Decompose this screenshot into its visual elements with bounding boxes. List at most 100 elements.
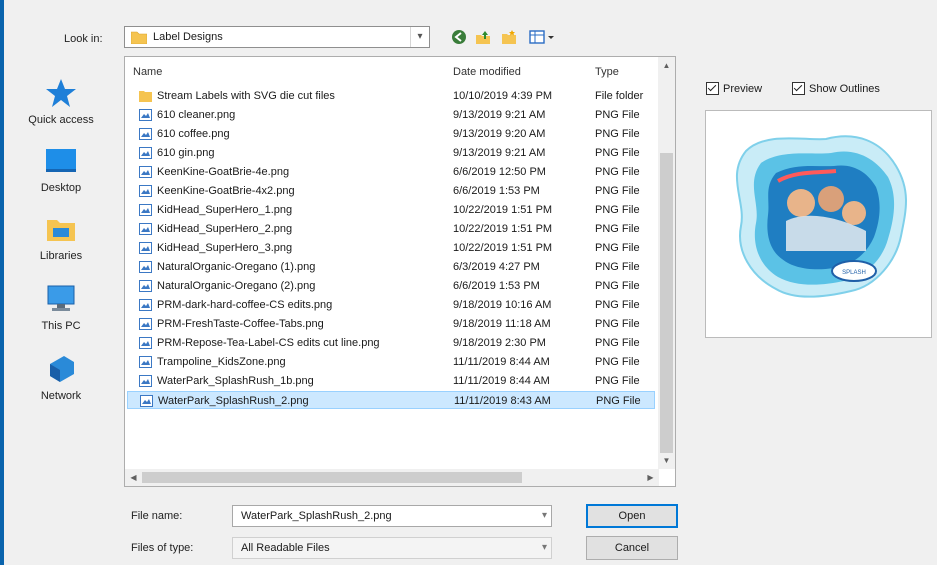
image-file-icon	[139, 185, 152, 197]
file-row[interactable]: NaturalOrganic-Oregano (2).png 6/6/2019 1…	[127, 277, 655, 295]
places-label: Network	[40, 390, 82, 402]
svg-text:SPLASH: SPLASH	[842, 270, 866, 276]
image-file-icon	[139, 128, 152, 140]
preview-checkbox[interactable]: Preview	[706, 82, 762, 95]
look-in-combo[interactable]: Label Designs ▾	[124, 26, 430, 48]
image-file-icon	[140, 395, 153, 407]
file-name-input[interactable]: WaterPark_SplashRush_2.png ▾	[232, 505, 552, 527]
file-row[interactable]: PRM-dark-hard-coffee-CS edits.png 9/18/20…	[127, 296, 655, 314]
scroll-left-icon[interactable]: ◀	[125, 469, 142, 486]
libraries-icon	[47, 220, 75, 241]
places-label: Libraries	[39, 250, 83, 262]
file-row[interactable]: PRM-Repose-Tea-Label-CS edits cut line.p…	[127, 334, 655, 352]
file-row[interactable]: KidHead_SuperHero_1.png 10/22/2019 1:51 P…	[127, 201, 655, 219]
file-row[interactable]: KeenKine-GoatBrie-4e.png 6/6/2019 12:50 P…	[127, 163, 655, 181]
image-file-icon	[139, 337, 152, 349]
file-name: WaterPark_SplashRush_2.png	[158, 395, 309, 407]
file-type: PNG File	[595, 318, 640, 330]
chevron-down-icon[interactable]: ▾	[410, 27, 429, 47]
horizontal-scrollbar[interactable]: ◀ ▶	[125, 469, 659, 486]
scroll-up-icon[interactable]: ▲	[658, 57, 675, 74]
folder-icon	[131, 31, 147, 44]
new-folder-icon	[502, 30, 516, 44]
column-header-type[interactable]: Type	[595, 66, 619, 78]
checkbox-checked-icon[interactable]	[792, 82, 805, 95]
chevron-down-icon[interactable]: ▾	[542, 542, 547, 553]
places-this-pc[interactable]: This PC	[6, 282, 116, 332]
file-type-label: Files of type:	[131, 542, 194, 554]
file-row[interactable]: KidHead_SuperHero_3.png 10/22/2019 1:51 P…	[127, 239, 655, 257]
back-button[interactable]	[450, 28, 468, 46]
show-outlines-label: Show Outlines	[809, 82, 880, 95]
file-name: 610 gin.png	[157, 147, 215, 159]
image-file-icon	[139, 166, 152, 178]
file-name: KidHead_SuperHero_1.png	[157, 204, 293, 216]
column-header-name[interactable]: Name	[133, 66, 162, 78]
file-type: PNG File	[595, 242, 640, 254]
image-file-icon	[139, 280, 152, 292]
up-folder-button[interactable]	[474, 28, 492, 46]
new-folder-button[interactable]	[500, 28, 518, 46]
file-date: 9/18/2019 10:16 AM	[453, 299, 552, 311]
preview-label: Preview	[723, 82, 763, 95]
image-file-icon	[139, 109, 152, 121]
view-menu-button[interactable]	[528, 28, 558, 46]
file-date: 9/18/2019 2:30 PM	[453, 337, 546, 349]
up-folder-icon	[476, 31, 490, 44]
file-row[interactable]: WaterPark_SplashRush_2.png 11/11/2019 8:4…	[127, 391, 655, 409]
file-row[interactable]: NaturalOrganic-Oregano (1).png 6/3/2019 4…	[127, 258, 655, 276]
file-row[interactable]: KeenKine-GoatBrie-4x2.png 6/6/2019 1:53 P…	[127, 182, 655, 200]
file-name: Stream Labels with SVG die cut files	[157, 90, 335, 102]
places-libraries[interactable]: Libraries	[6, 212, 116, 262]
cancel-button[interactable]: Cancel	[586, 536, 678, 560]
file-date: 6/6/2019 1:53 PM	[453, 280, 540, 292]
file-type: PNG File	[595, 128, 640, 140]
image-file-icon	[139, 242, 152, 254]
column-header-date[interactable]: Date modified	[453, 66, 521, 78]
file-type-select[interactable]: All Readable Files ▾	[232, 537, 552, 559]
show-outlines-checkbox[interactable]: Show Outlines	[792, 82, 880, 95]
file-name: KidHead_SuperHero_2.png	[157, 223, 293, 235]
file-row[interactable]: 610 gin.png 9/13/2019 9:21 AM PNG File	[127, 144, 655, 162]
scroll-right-icon[interactable]: ▶	[642, 469, 659, 486]
star-icon	[46, 79, 76, 107]
file-name: Trampoline_KidsZone.png	[157, 356, 286, 368]
scroll-thumb[interactable]	[660, 153, 673, 453]
places-desktop[interactable]: Desktop	[6, 144, 116, 194]
file-list[interactable]: Name Date modified Type Stream Labels wi…	[124, 56, 676, 487]
vertical-scrollbar[interactable]: ▲ ▼	[658, 57, 675, 469]
file-name: PRM-Repose-Tea-Label-CS edits cut line.p…	[157, 337, 380, 349]
checkbox-checked-icon[interactable]	[706, 82, 719, 95]
scroll-thumb[interactable]	[142, 472, 522, 483]
places-label: Quick access	[28, 114, 94, 126]
file-name: 610 cleaner.png	[157, 109, 236, 121]
file-name-value[interactable]: WaterPark_SplashRush_2.png	[241, 510, 392, 522]
chevron-down-icon[interactable]: ▾	[542, 510, 547, 521]
file-row[interactable]: WaterPark_SplashRush_1b.png 11/11/2019 8:…	[127, 372, 655, 390]
file-type: File folder	[595, 90, 644, 102]
open-button[interactable]: Open	[586, 504, 678, 528]
scroll-down-icon[interactable]: ▼	[658, 452, 675, 469]
file-type: PNG File	[595, 109, 640, 121]
file-name: WaterPark_SplashRush_1b.png	[157, 375, 314, 387]
file-type: PNG File	[595, 299, 640, 311]
file-type: PNG File	[595, 337, 640, 349]
file-date: 6/6/2019 1:53 PM	[453, 185, 540, 197]
places-quick-access[interactable]: Quick access	[6, 76, 116, 126]
file-type-value: All Readable Files	[241, 542, 330, 554]
file-name: KidHead_SuperHero_3.png	[157, 242, 293, 254]
file-row[interactable]: KidHead_SuperHero_2.png 10/22/2019 1:51 P…	[127, 220, 655, 238]
preview-image: SPLASH	[736, 135, 907, 298]
file-date: 11/11/2019 8:44 AM	[453, 375, 550, 387]
file-row[interactable]: 610 cleaner.png 9/13/2019 9:21 AM PNG File	[127, 106, 655, 124]
file-type: PNG File	[595, 375, 640, 387]
places-network[interactable]: Network	[6, 352, 116, 402]
file-row[interactable]: 610 coffee.png 9/13/2019 9:20 AM PNG File	[127, 125, 655, 143]
file-row[interactable]: PRM-FreshTaste-Coffee-Tabs.png 9/18/2019 …	[127, 315, 655, 333]
desktop-icon	[46, 149, 76, 172]
file-row[interactable]: Trampoline_KidsZone.png 11/11/2019 8:44 A…	[127, 353, 655, 371]
file-name: KeenKine-GoatBrie-4e.png	[157, 166, 290, 178]
back-icon	[452, 30, 466, 44]
file-row[interactable]: Stream Labels with SVG die cut files 10/1…	[127, 87, 655, 105]
places-label: This PC	[41, 320, 81, 332]
